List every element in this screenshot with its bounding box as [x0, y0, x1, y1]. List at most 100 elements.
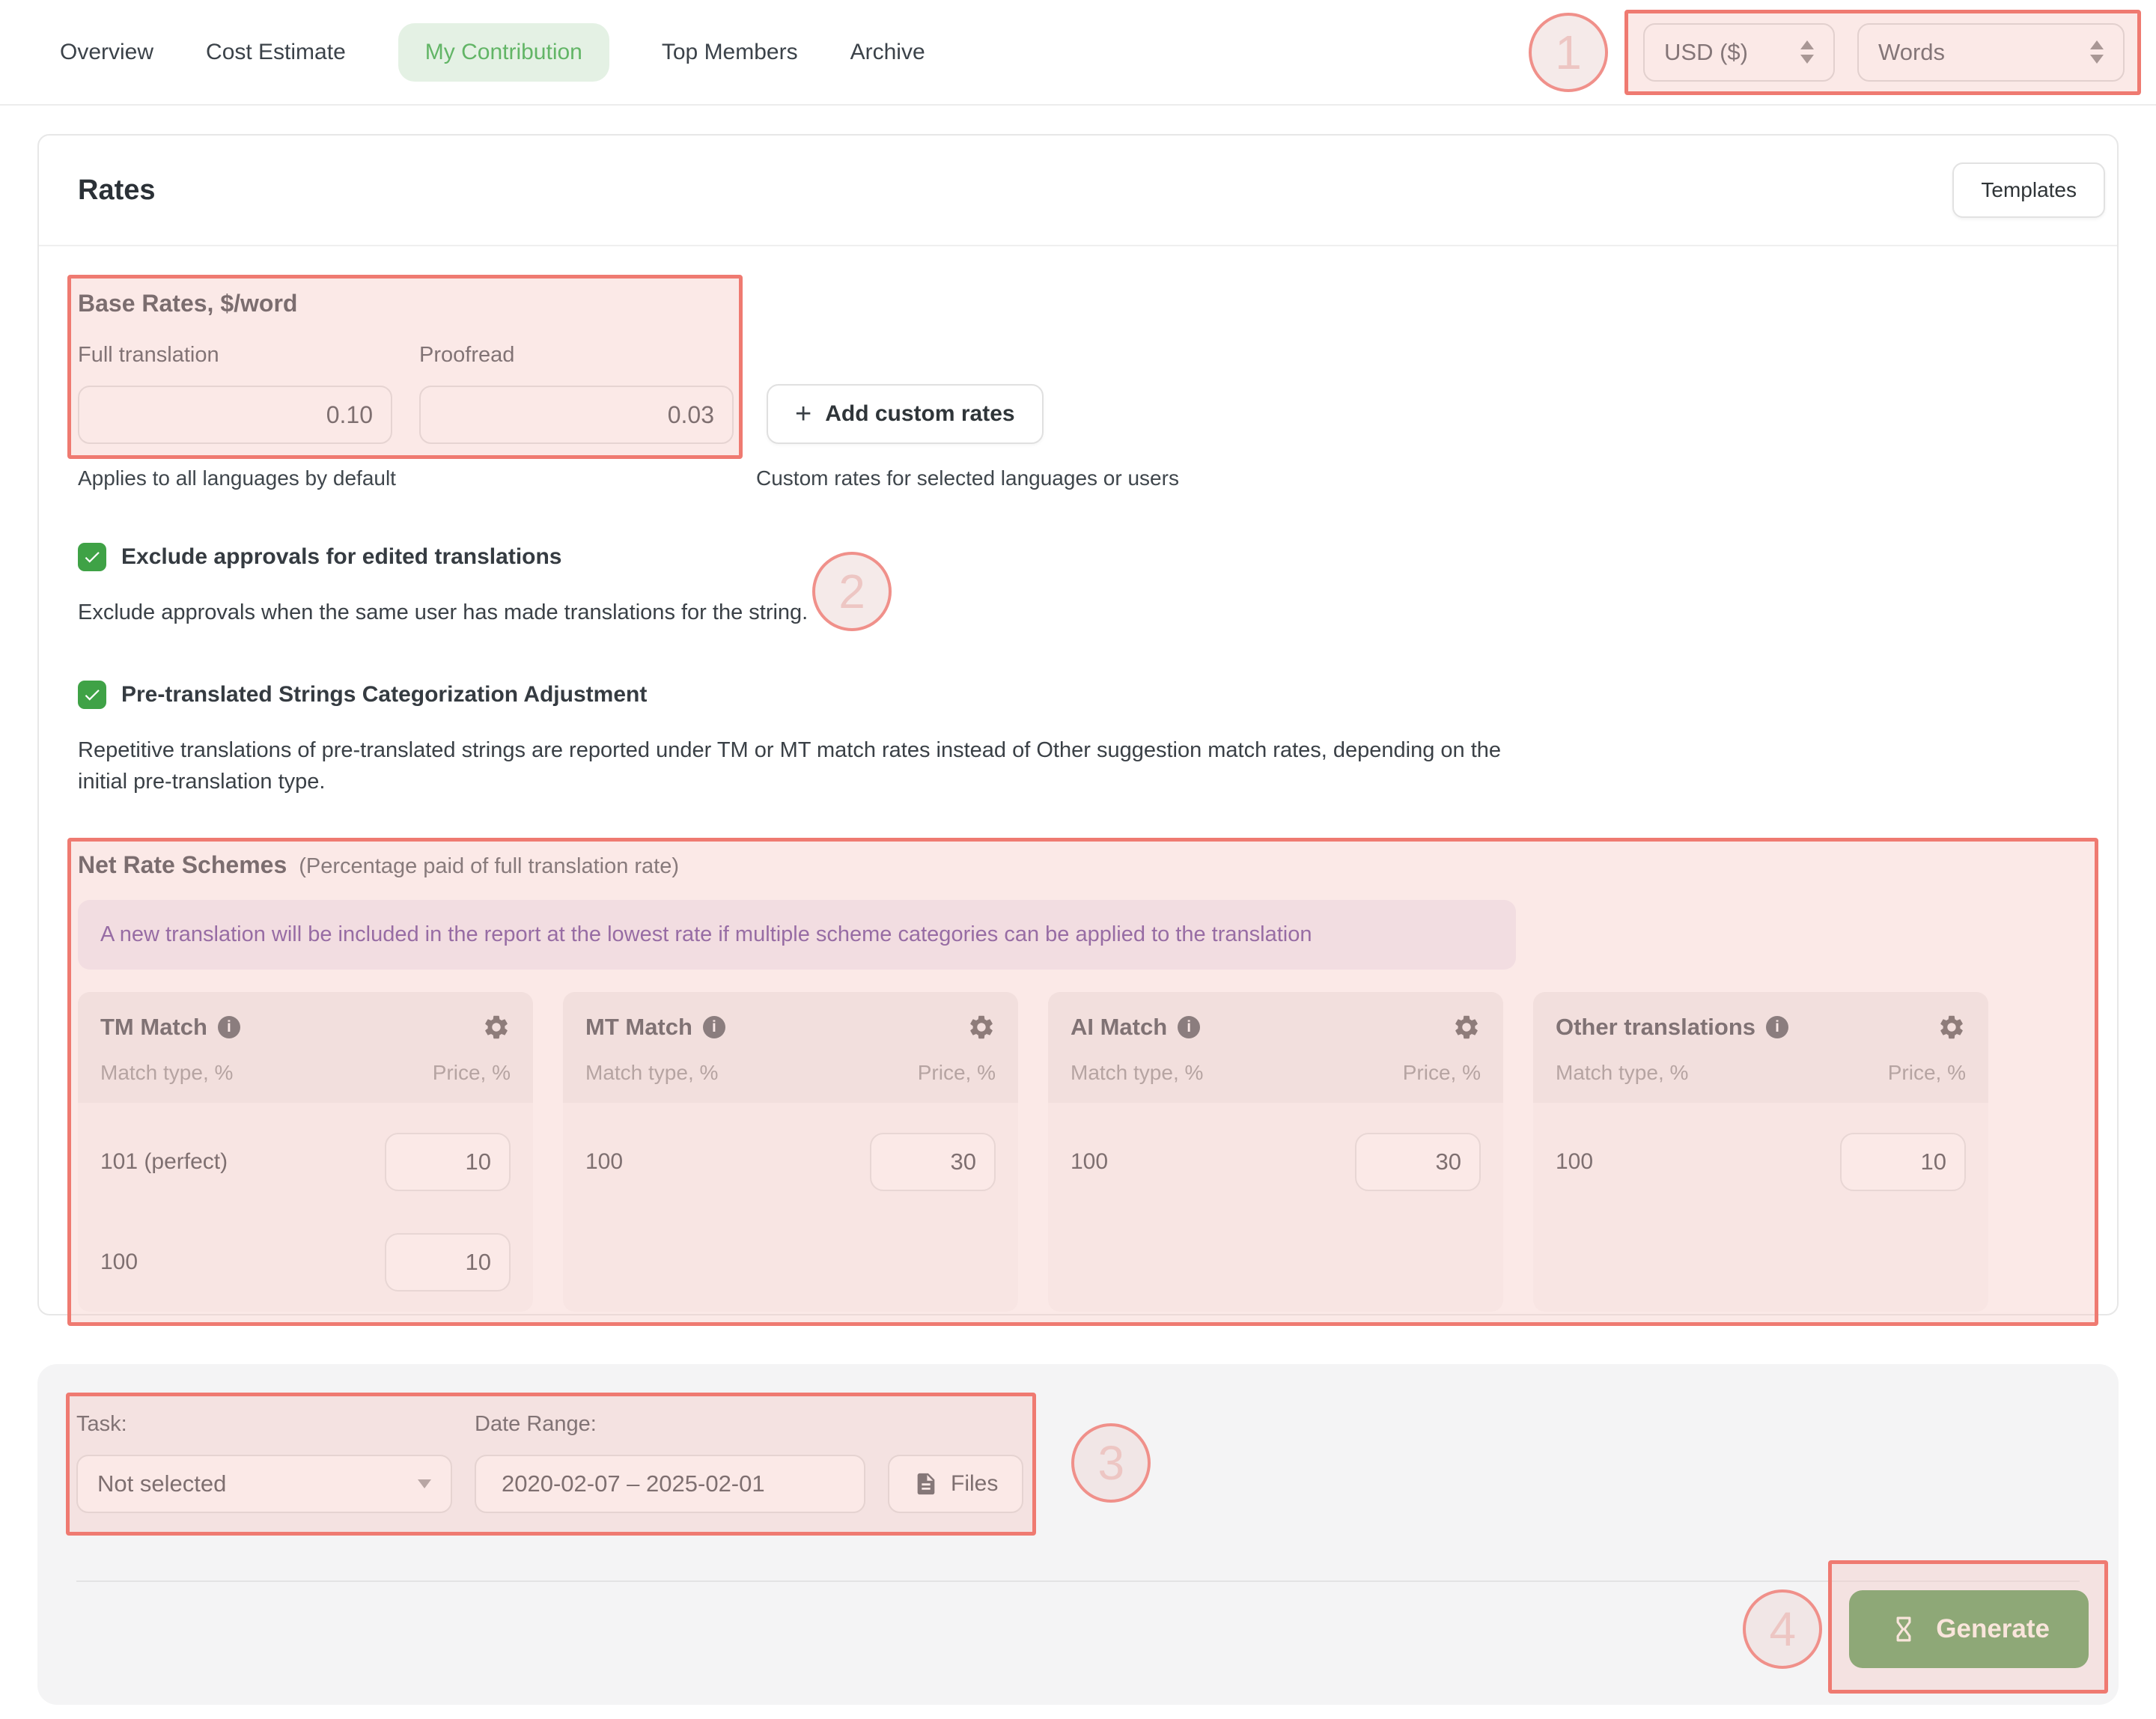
- proofread-input[interactable]: 0.03: [419, 386, 734, 444]
- divider: [76, 1580, 2080, 1582]
- scheme-card-header: TM Match i Match type, % Price, %: [78, 992, 533, 1103]
- lowest-rate-info-banner: A new translation will be included in th…: [78, 900, 1516, 970]
- exclude-approvals-option: Exclude approvals for edited translation…: [78, 543, 2078, 571]
- proofread-field-group: Proofread 0.03: [419, 343, 734, 444]
- pretranslated-adjustment-description: Repetitive translations of pre-translate…: [78, 734, 1523, 797]
- add-custom-rates-button[interactable]: + Add custom rates: [767, 384, 1044, 444]
- report-tabs-bar: Overview Cost Estimate My Contribution T…: [0, 0, 2156, 106]
- match-type-value: 100: [1556, 1149, 1593, 1175]
- full-translation-input[interactable]: 0.10: [78, 386, 392, 444]
- generate-row: 4 Generate: [76, 1589, 2089, 1669]
- match-type-value: 100: [1071, 1149, 1108, 1175]
- files-button[interactable]: Files: [888, 1455, 1023, 1513]
- scheme-card-body: 100 10: [1533, 1103, 1988, 1312]
- base-rates-helpers: Applies to all languages by default Cust…: [78, 466, 2078, 490]
- updown-arrows-icon: [1800, 40, 1814, 64]
- info-icon[interactable]: i: [218, 1016, 240, 1038]
- date-range-label: Date Range:: [475, 1412, 865, 1437]
- info-icon[interactable]: i: [1178, 1016, 1200, 1038]
- match-type-value: 100: [585, 1149, 623, 1175]
- price-input[interactable]: 10: [1840, 1133, 1966, 1191]
- rates-card: Rates Templates Base Rates, $/word Full …: [37, 134, 2119, 1315]
- annotation-box-task: Task: Not selected Date Range: 2020-02-0…: [76, 1412, 1023, 1513]
- match-type-column-header: Match type, %: [100, 1061, 233, 1085]
- scheme-card-other-translations: Other translations i Match type, % Price…: [1533, 992, 1988, 1312]
- scheme-row: 100 10: [1556, 1133, 1966, 1191]
- annotation-circle-2: 2: [812, 552, 892, 631]
- gear-icon[interactable]: [1937, 1013, 1966, 1041]
- currency-select[interactable]: USD ($): [1643, 23, 1835, 82]
- base-rates-row: Base Rates, $/word Full translation 0.10…: [78, 290, 2078, 444]
- scheme-row: 100 30: [585, 1133, 996, 1191]
- scheme-row: 100 30: [1071, 1133, 1481, 1191]
- tab-my-contribution[interactable]: My Contribution: [398, 23, 609, 82]
- scheme-card-ai-match: AI Match i Match type, % Price, % 100 30: [1048, 992, 1503, 1312]
- price-input[interactable]: 30: [1355, 1133, 1481, 1191]
- base-rates-helper-text: Applies to all languages by default: [78, 466, 756, 490]
- full-translation-label: Full translation: [78, 343, 392, 368]
- exclude-approvals-checkbox[interactable]: [78, 543, 106, 571]
- scheme-card-body: 100 30: [563, 1103, 1018, 1312]
- info-icon[interactable]: i: [703, 1016, 725, 1038]
- hourglass-icon: [1888, 1613, 1919, 1645]
- annotation-circle-3: 3: [1071, 1423, 1151, 1503]
- scheme-card-header: MT Match i Match type, % Price, %: [563, 992, 1018, 1103]
- scheme-cards-row: TM Match i Match type, % Price, % 101 (p…: [78, 992, 2078, 1312]
- exclude-approvals-description: Exclude approvals when the same user has…: [78, 597, 1523, 628]
- exclude-approvals-label: Exclude approvals for edited translation…: [121, 544, 562, 570]
- gear-icon[interactable]: [1452, 1013, 1481, 1041]
- unit-select-value: Words: [1878, 39, 1945, 66]
- match-type-value: 100: [100, 1250, 138, 1275]
- match-type-column-header: Match type, %: [1071, 1061, 1203, 1085]
- generate-button[interactable]: Generate: [1849, 1590, 2089, 1668]
- scheme-row: 100 10: [100, 1233, 511, 1291]
- price-column-header: Price, %: [433, 1061, 511, 1085]
- scheme-card-title: TM Match: [100, 1014, 207, 1041]
- pretranslated-adjustment-option: Pre-translated Strings Categorization Ad…: [78, 681, 2078, 709]
- match-type-column-header: Match type, %: [1556, 1061, 1688, 1085]
- price-input[interactable]: 10: [385, 1133, 511, 1191]
- scheme-card-mt-match: MT Match i Match type, % Price, % 100 30: [563, 992, 1018, 1312]
- report-generator-section: Task: Not selected Date Range: 2020-02-0…: [37, 1364, 2119, 1705]
- tab-top-members[interactable]: Top Members: [662, 40, 798, 65]
- match-type-column-header: Match type, %: [585, 1061, 718, 1085]
- rates-card-header: Rates Templates: [39, 136, 2117, 246]
- base-rate-fields: Full translation 0.10 Proofread 0.03: [78, 343, 734, 444]
- date-range-input[interactable]: 2020-02-07 – 2025-02-01: [475, 1455, 865, 1513]
- task-label: Task:: [76, 1412, 452, 1437]
- plus-icon: +: [795, 400, 811, 428]
- tabs: Overview Cost Estimate My Contribution T…: [60, 23, 925, 82]
- task-row: Task: Not selected Date Range: 2020-02-0…: [76, 1412, 2080, 1513]
- scheme-card-header: AI Match i Match type, % Price, %: [1048, 992, 1503, 1103]
- tab-cost-estimate[interactable]: Cost Estimate: [206, 40, 346, 65]
- rates-card-body: Base Rates, $/word Full translation 0.10…: [39, 246, 2117, 1312]
- annotation-box-net-rate-schemes: Net Rate Schemes (Percentage paid of ful…: [78, 851, 2078, 1312]
- check-icon: [82, 547, 102, 567]
- templates-button[interactable]: Templates: [1952, 162, 2105, 218]
- tab-overview[interactable]: Overview: [60, 40, 153, 65]
- unit-select[interactable]: Words: [1857, 23, 2125, 82]
- files-button-label: Files: [951, 1471, 998, 1497]
- scheme-card-title: Other translations: [1556, 1014, 1755, 1041]
- updown-arrows-icon: [2090, 40, 2104, 64]
- gear-icon[interactable]: [482, 1013, 511, 1041]
- scheme-card-body: 100 30: [1048, 1103, 1503, 1312]
- annotation-box-generate: Generate: [1849, 1590, 2089, 1668]
- annotation-circle-4: 4: [1743, 1589, 1822, 1669]
- price-input[interactable]: 10: [385, 1233, 511, 1291]
- task-select[interactable]: Not selected: [76, 1455, 452, 1513]
- pretranslated-adjustment-checkbox[interactable]: [78, 681, 106, 709]
- scheme-card-header: Other translations i Match type, % Price…: [1533, 992, 1988, 1103]
- date-range-field-group: Date Range: 2020-02-07 – 2025-02-01: [475, 1412, 865, 1513]
- task-select-value: Not selected: [97, 1470, 226, 1497]
- info-icon[interactable]: i: [1766, 1016, 1788, 1038]
- full-translation-field-group: Full translation 0.10: [78, 343, 392, 444]
- currency-select-value: USD ($): [1664, 39, 1748, 66]
- price-input[interactable]: 30: [870, 1133, 996, 1191]
- annotation-circle-1: 1: [1529, 13, 1608, 92]
- scheme-card-title: AI Match: [1071, 1014, 1167, 1041]
- match-type-value: 101 (perfect): [100, 1149, 228, 1175]
- gear-icon[interactable]: [967, 1013, 996, 1041]
- add-custom-rates-label: Add custom rates: [825, 401, 1014, 427]
- tab-archive[interactable]: Archive: [850, 40, 925, 65]
